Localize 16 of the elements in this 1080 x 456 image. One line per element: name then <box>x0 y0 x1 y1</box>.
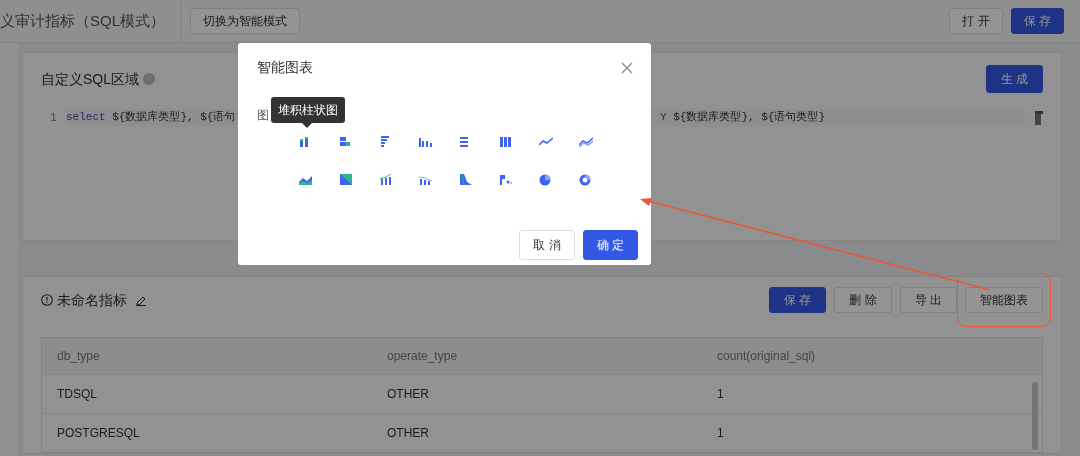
dialog-title: 智能图表 <box>257 58 313 77</box>
metric-title: 未命名指标 <box>57 290 127 310</box>
column-header: operate_type <box>386 348 459 365</box>
column-header: db_type <box>56 348 101 365</box>
table-cell-text: OTHER <box>386 425 430 442</box>
column-header: count(original_sql) <box>716 348 817 365</box>
table-cell-text: TDSQL <box>56 386 98 403</box>
table-cell-text: 1 <box>716 425 725 442</box>
field-label: 图 <box>257 108 269 122</box>
table-cell-text: OTHER <box>386 386 430 403</box>
tooltip: 堆积柱状图 <box>271 97 345 123</box>
page-title: 义审计指标（SQL模式） <box>0 10 165 31</box>
table-cell-text: POSTGRESQL <box>56 425 141 442</box>
panel-title: 自定义SQL区域 <box>41 69 139 89</box>
line-number: 1 <box>49 110 58 126</box>
table-cell-text: 1 <box>716 386 725 403</box>
